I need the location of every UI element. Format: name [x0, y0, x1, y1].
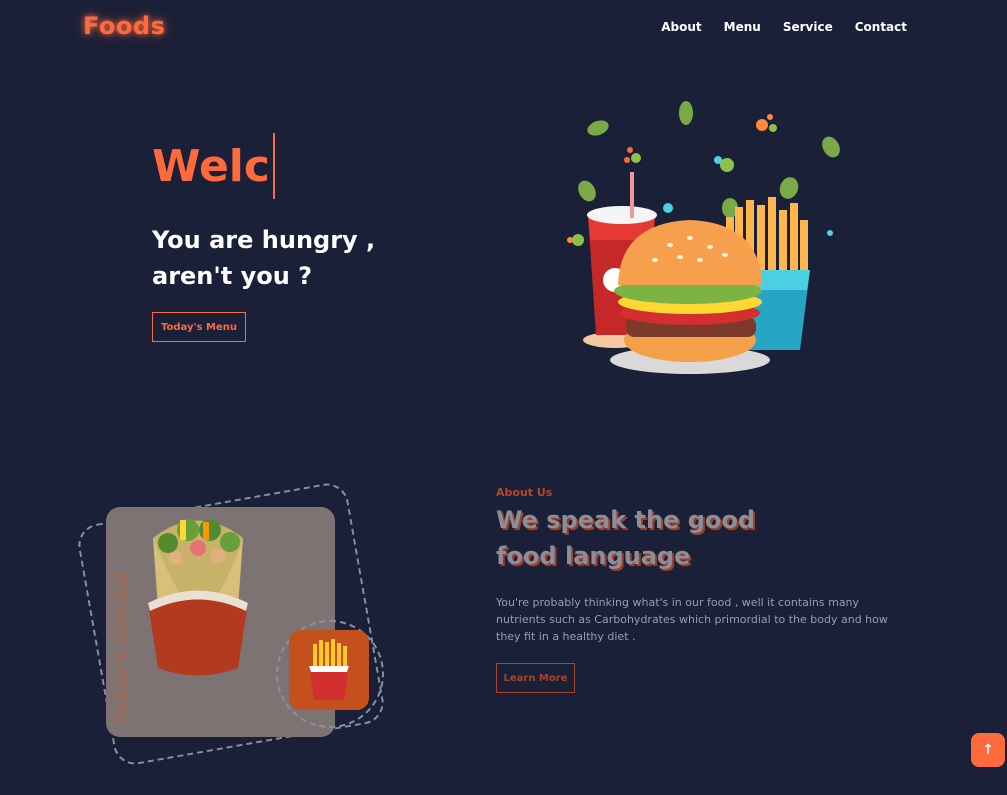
- scroll-top-button[interactable]: ↑: [971, 733, 1005, 767]
- burger-combo-icon: [567, 101, 840, 374]
- learn-more-button[interactable]: Learn More: [496, 663, 575, 693]
- nav-link-about[interactable]: About: [661, 20, 701, 34]
- nav-link-menu[interactable]: Menu: [724, 20, 761, 34]
- main-nav: About Menu Service Contact: [661, 20, 907, 34]
- todays-menu-button[interactable]: Today's Menu: [152, 312, 246, 342]
- burrito-icon: [148, 519, 248, 676]
- about-text: You're probably thinking what's in our f…: [496, 596, 888, 643]
- fries-icon: [309, 639, 349, 700]
- nav-link-service[interactable]: Service: [783, 20, 833, 34]
- todays-special-section: Today's Special: [74, 480, 390, 770]
- arrow-up-icon: ↑: [982, 742, 994, 758]
- site-logo[interactable]: Foods: [83, 12, 165, 40]
- hero-subtitle: You are hungry , aren't you ?: [152, 226, 376, 290]
- hero-title-text: Welc: [152, 140, 270, 192]
- fries-card: [289, 630, 369, 710]
- hero-title: Welc: [152, 132, 275, 200]
- about-tag: About Us: [496, 486, 553, 499]
- about-title: We speak the good food language: [496, 506, 756, 570]
- typing-caret: [272, 133, 275, 199]
- todays-special-label: Today's Special: [112, 571, 132, 725]
- nav-link-contact[interactable]: Contact: [855, 20, 907, 34]
